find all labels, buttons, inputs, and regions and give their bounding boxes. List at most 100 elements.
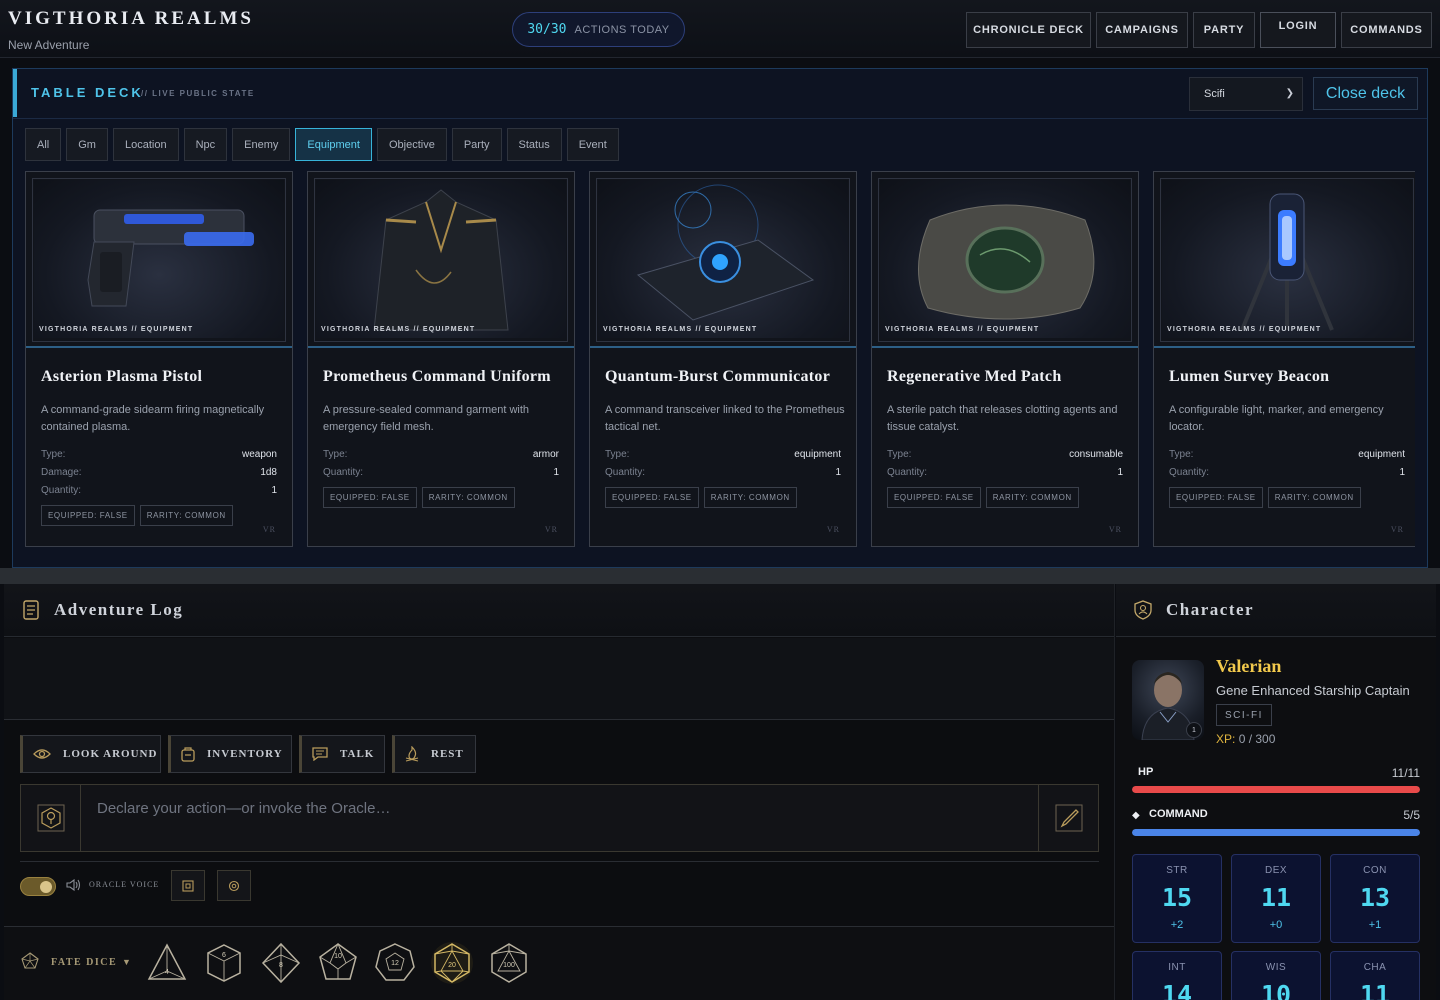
d10-die-icon[interactable]: 10 xyxy=(316,941,360,985)
settings-button[interactable] xyxy=(217,870,251,901)
card-stat-value: 1 xyxy=(1117,467,1123,478)
card-list: VIGTHORIA REALMS // EQUIPMENT Asterion P… xyxy=(25,171,1415,547)
adventure-log-header: Adventure Log xyxy=(4,584,1114,637)
app-title[interactable]: VIGTHORIA REALMS xyxy=(8,8,254,30)
d12-die-icon[interactable]: 12 xyxy=(373,941,417,985)
equipment-card[interactable]: VIGTHORIA REALMS // EQUIPMENT Asterion P… xyxy=(25,171,293,547)
filter-event[interactable]: Event xyxy=(566,128,619,161)
filter-enemy[interactable]: Enemy xyxy=(232,128,291,161)
genre-select[interactable]: Scifi ❯ xyxy=(1189,77,1303,111)
square-icon xyxy=(182,879,194,892)
backpack-icon xyxy=(181,747,195,762)
oracle-button[interactable] xyxy=(21,785,81,851)
filter-party[interactable]: Party xyxy=(451,128,502,161)
fate-dice-bar: FATE DICE ▼ 4 6 8 10 12 20 100 xyxy=(4,926,1114,1000)
card-divider xyxy=(1154,346,1415,348)
stat-modifier: +1 xyxy=(1368,919,1382,931)
survey-beacon-image xyxy=(1162,180,1412,338)
filter-equipment[interactable]: Equipment xyxy=(295,128,372,161)
party-button[interactable]: PARTY xyxy=(1193,12,1255,48)
close-deck-button[interactable]: Close deck xyxy=(1313,77,1418,110)
commands-button[interactable]: COMMANDS xyxy=(1341,12,1432,48)
filter-gm[interactable]: Gm xyxy=(66,128,108,161)
card-badges: EQUIPPED: FALSE RARITY: COMMON xyxy=(887,487,1079,508)
stat-name: DEX xyxy=(1264,865,1288,876)
plasma-pistol-image xyxy=(34,180,284,338)
d4-die-icon[interactable]: 4 xyxy=(145,941,189,985)
stat-score: 15 xyxy=(1161,883,1193,912)
stat-name: CHA xyxy=(1363,962,1387,973)
command-label: COMMAND xyxy=(1149,808,1208,820)
card-stat-key: Type: xyxy=(41,449,66,460)
brand: VIGTHORIA REALMS New Adventure xyxy=(8,8,254,52)
adventure-subtitle: New Adventure xyxy=(8,38,90,52)
eye-icon xyxy=(33,749,51,759)
d100-die-icon[interactable]: 100 xyxy=(487,941,531,985)
rarity-badge: RARITY: COMMON xyxy=(421,487,515,508)
adventure-log-panel: Adventure Log LOOK AROUND INVENTORY TALK… xyxy=(4,584,1115,1000)
oracle-voice-toggle[interactable] xyxy=(20,877,56,896)
card-stat-key: Quantity: xyxy=(41,485,82,496)
stat-dex: DEX 11 +0 xyxy=(1231,854,1321,943)
card-tag: VIGTHORIA REALMS // EQUIPMENT xyxy=(321,326,476,333)
submit-action-button[interactable] xyxy=(1038,785,1098,851)
deck-title: TABLE DECK xyxy=(31,85,144,100)
frame-button[interactable] xyxy=(171,870,205,901)
oracle-voice-label: ORACLE VOICE xyxy=(89,880,160,889)
equipped-badge: EQUIPPED: FALSE xyxy=(323,487,417,508)
quill-icon xyxy=(1055,804,1082,832)
stat-score: 13 xyxy=(1359,883,1391,912)
d8-die-icon[interactable]: 8 xyxy=(259,941,303,985)
stat-cha: CHA 11 xyxy=(1330,951,1420,1000)
filter-location[interactable]: Location xyxy=(112,128,179,161)
inventory-button[interactable]: INVENTORY xyxy=(168,735,292,773)
top-bar: VIGTHORIA REALMS New Adventure 30/30 ACT… xyxy=(0,0,1440,58)
card-stat-key: Quantity: xyxy=(1169,467,1210,478)
hp-bar xyxy=(1132,786,1420,793)
chronicle-deck-button[interactable]: CHRONICLE DECK xyxy=(966,12,1091,48)
card-stat-row: Quantity: 1 xyxy=(41,485,277,496)
talk-button[interactable]: TALK xyxy=(299,735,385,773)
oracle-eye-icon xyxy=(37,804,64,832)
action-input[interactable]: Declare your action—or invoke the Oracle… xyxy=(97,800,390,817)
stat-modifier: +2 xyxy=(1170,919,1184,931)
card-stat-key: Type: xyxy=(1169,449,1194,460)
gear-icon xyxy=(228,880,240,891)
login-button[interactable]: LOGIN xyxy=(1260,12,1336,48)
equipment-card[interactable]: VIGTHORIA REALMS // EQUIPMENT Lumen Surv… xyxy=(1153,171,1415,547)
command-bar xyxy=(1132,829,1420,836)
chevron-down-icon: ❯ xyxy=(1285,88,1294,99)
card-badges: EQUIPPED: FALSE RARITY: COMMON xyxy=(605,487,797,508)
card-stat-row: Type: armor xyxy=(323,449,559,460)
fate-dice-label: FATE DICE xyxy=(51,957,118,968)
stat-score: 10 xyxy=(1260,980,1292,1000)
stat-str: STR 15 +2 xyxy=(1132,854,1222,943)
rest-label: REST xyxy=(431,748,464,760)
pentagon-die-icon xyxy=(21,952,39,969)
stat-score: 11 xyxy=(1260,883,1292,912)
campaigns-button[interactable]: CAMPAIGNS xyxy=(1096,12,1188,48)
equipment-card[interactable]: VIGTHORIA REALMS // EQUIPMENT Regenerati… xyxy=(871,171,1139,547)
look-around-button[interactable]: LOOK AROUND xyxy=(20,735,161,773)
equipment-card[interactable]: VIGTHORIA REALMS // EQUIPMENT Quantum-Bu… xyxy=(589,171,857,547)
communicator-image xyxy=(598,180,848,338)
card-stat-value: consumable xyxy=(1069,449,1123,460)
section-divider xyxy=(0,568,1440,584)
equipment-card[interactable]: VIGTHORIA REALMS // EQUIPMENT Prometheus… xyxy=(307,171,575,547)
card-description: A configurable light, marker, and emerge… xyxy=(1169,404,1384,433)
d20-die-icon[interactable]: 20 xyxy=(430,941,474,985)
card-badges: EQUIPPED: FALSE RARITY: COMMON xyxy=(323,487,515,508)
filter-all[interactable]: All xyxy=(25,128,62,161)
card-description: A command transceiver linked to the Prom… xyxy=(605,404,845,433)
filter-status[interactable]: Status xyxy=(506,128,562,161)
card-mark: VR xyxy=(1390,525,1404,534)
card-name: Lumen Survey Beacon xyxy=(1169,368,1330,385)
rest-button[interactable]: REST xyxy=(392,735,476,773)
caret-down-icon[interactable]: ▼ xyxy=(122,957,131,967)
filter-npc[interactable]: Npc xyxy=(183,128,228,161)
d20-label: 20 xyxy=(448,962,456,969)
filter-objective[interactable]: Objective xyxy=(376,128,447,161)
card-stat-value: 1 xyxy=(1399,467,1405,478)
card-stat-row: Quantity: 1 xyxy=(605,467,841,478)
d6-die-icon[interactable]: 6 xyxy=(202,941,246,985)
